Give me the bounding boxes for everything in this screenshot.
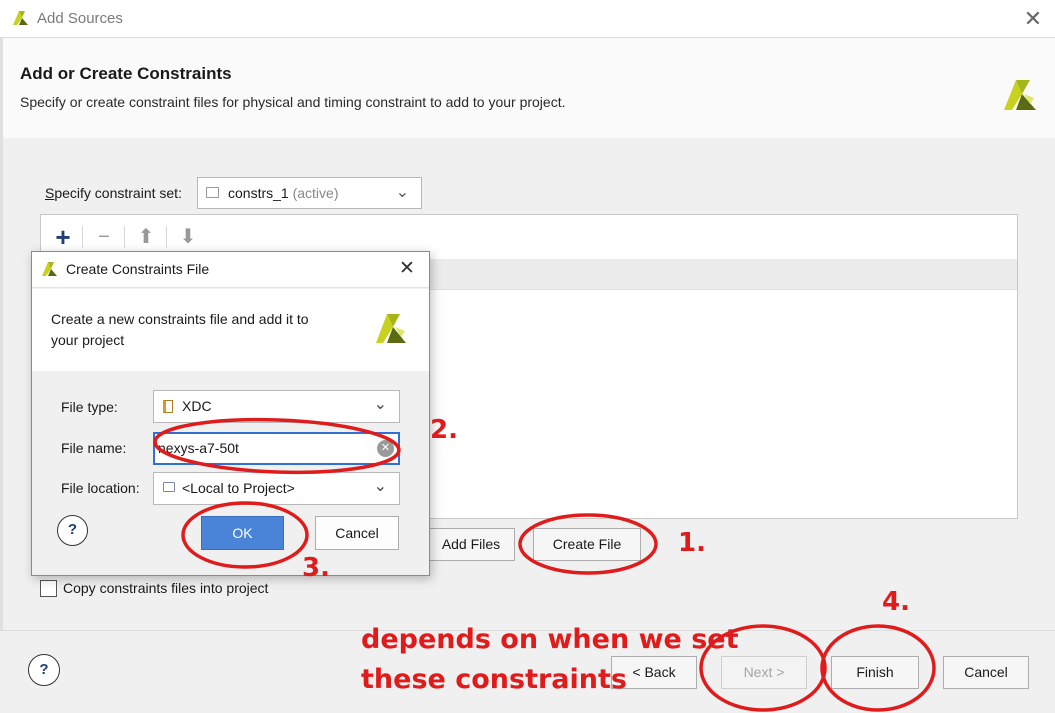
file-type-label: File type: (61, 399, 118, 415)
ok-button[interactable]: OK (201, 516, 284, 550)
location-icon (163, 482, 175, 492)
cancel-button[interactable]: Cancel (943, 656, 1029, 689)
add-icon[interactable]: + (49, 223, 77, 251)
move-up-icon[interactable]: ⬆ (132, 223, 160, 251)
file-location-dropdown[interactable]: <Local to Project> ⌄ (153, 472, 400, 505)
add-files-button[interactable]: Add Files (427, 528, 515, 561)
annotation-note: these constraints (361, 664, 627, 695)
chevron-down-icon: ⌄ (373, 478, 387, 495)
file-name-label-text: File name: (61, 440, 127, 456)
folder-icon (206, 187, 219, 198)
dialog-description: Create a new constraints file and add it… (51, 311, 309, 327)
constraint-set-status: (active) (292, 185, 339, 201)
annotation-step-4: 4. (882, 587, 910, 617)
help-button[interactable]: ? (28, 654, 60, 686)
toolbar-divider (82, 226, 83, 248)
annotation-step-2: 2. (430, 415, 458, 445)
page-header (0, 38, 1055, 138)
constraint-set-label: Specify constraint set: (45, 185, 182, 201)
file-location-value: <Local to Project> (182, 480, 295, 496)
chevron-down-icon: ⌄ (395, 184, 409, 201)
annotation-note: depends on when we set (361, 624, 739, 655)
copy-constraints-checkbox[interactable] (40, 580, 57, 597)
window-edge (0, 38, 3, 638)
xdc-file-icon (163, 400, 173, 413)
file-location-label: File location: (61, 480, 140, 496)
window-titlebar (0, 0, 1055, 38)
toolbar-divider (124, 226, 125, 248)
vivado-logo-icon (13, 11, 28, 25)
page-description: Specify or create constraint files for p… (20, 94, 566, 110)
toolbar-divider (166, 226, 167, 248)
file-type-dropdown[interactable]: XDC ⌄ (153, 390, 400, 423)
file-location-label-text: File location: (61, 480, 140, 496)
file-type-value: XDC (182, 398, 212, 414)
remove-icon[interactable]: − (90, 223, 118, 251)
annotation-step-1: 1. (678, 528, 706, 558)
constraint-set-label-text: pecify constraint set: (54, 185, 182, 201)
page-title: Add or Create Constraints (20, 64, 232, 83)
file-name-input[interactable]: nexys-a7-50t ✕ (153, 432, 400, 465)
dialog-help-button[interactable]: ? (57, 515, 88, 546)
chevron-down-icon: ⌄ (373, 396, 387, 413)
annotation-step-3: 3. (302, 553, 330, 583)
dialog-description-area (32, 289, 429, 371)
clear-icon[interactable]: ✕ (377, 440, 394, 457)
dialog-cancel-button[interactable]: Cancel (315, 516, 399, 550)
close-icon[interactable]: ✕ (1019, 6, 1047, 32)
move-down-icon[interactable]: ⬇ (174, 223, 202, 251)
constraint-set-dropdown[interactable]: constrs_1 (active) ⌄ (197, 177, 422, 209)
file-name-label: File name: (61, 440, 126, 456)
file-type-label-text: File type: (61, 399, 118, 415)
constraint-set-value: constrs_1 (active) (228, 185, 339, 201)
next-button[interactable]: Next > (721, 656, 807, 689)
window-title: Add Sources (37, 10, 123, 27)
create-file-button[interactable]: Create File (533, 528, 641, 561)
vivado-logo-icon (1004, 80, 1036, 110)
file-name-value: nexys-a7-50t (158, 440, 239, 456)
vivado-logo-icon (376, 314, 406, 343)
constraint-set-name: constrs_1 (228, 185, 289, 201)
dialog-title: Create Constraints File (66, 261, 210, 277)
copy-constraints-label: Copy constraints files into project (63, 580, 269, 596)
close-icon[interactable]: ✕ (396, 258, 418, 280)
vivado-logo-icon (42, 262, 57, 276)
finish-button[interactable]: Finish (831, 656, 919, 689)
dialog-description: your project (51, 332, 125, 348)
